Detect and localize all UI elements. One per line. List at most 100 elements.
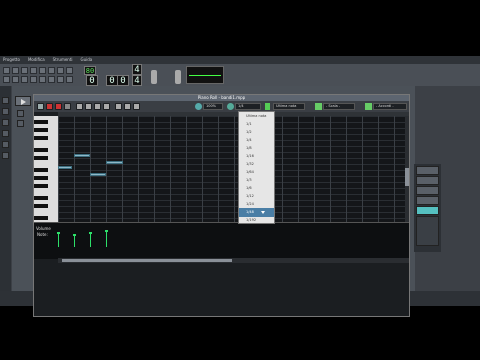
note-length-icon [265, 103, 270, 110]
master-volume-slider[interactable] [151, 70, 157, 84]
piano-keyboard[interactable] [34, 116, 58, 222]
velocity-label: Volume [36, 226, 51, 231]
song-editor-icon[interactable] [57, 67, 64, 74]
time-sig-numerator[interactable]: 4 [132, 64, 142, 75]
copy-icon[interactable] [124, 103, 131, 110]
main-toolbar: 80 0 0 0 4 4 [0, 64, 480, 86]
black-key[interactable] [34, 204, 48, 208]
samples-icon[interactable] [2, 119, 9, 126]
root-icon[interactable] [2, 152, 9, 159]
chord-icon [365, 103, 372, 110]
note[interactable] [74, 154, 90, 157]
time-sig-denominator[interactable]: 4 [132, 75, 142, 86]
black-key[interactable] [34, 176, 48, 180]
record-icon[interactable] [46, 103, 53, 110]
cut-icon[interactable] [115, 103, 122, 110]
black-key[interactable] [34, 120, 48, 124]
piano-roll-window: Piano Roll - bandi1.mpp 100% 1/4 Ultima … [33, 94, 410, 317]
erase-mode-icon[interactable] [85, 103, 92, 110]
black-key[interactable] [34, 156, 48, 160]
quantize-icon [227, 103, 234, 110]
track-slot[interactable] [416, 186, 439, 195]
quantize-combo[interactable]: 1/4 [235, 103, 261, 110]
settings-icon[interactable] [48, 76, 55, 83]
track-slot[interactable] [416, 176, 439, 185]
play-icon[interactable] [37, 103, 44, 110]
scale-icon [315, 103, 322, 110]
track-slot[interactable] [416, 196, 439, 205]
note[interactable] [90, 173, 106, 176]
beat-editor-icon[interactable] [66, 67, 73, 74]
track-icon[interactable] [17, 120, 24, 127]
velocity-bar[interactable] [90, 233, 91, 247]
oscilloscope [186, 66, 224, 84]
fx-mixer-icon[interactable] [21, 76, 28, 83]
new-project-icon[interactable] [3, 67, 10, 74]
horizontal-scrollbar[interactable] [58, 258, 409, 263]
black-key[interactable] [34, 148, 48, 152]
save-project-icon[interactable] [30, 67, 37, 74]
note[interactable] [106, 161, 123, 164]
dropdown-option[interactable]: 1/192 [239, 216, 274, 225]
scale-combo[interactable]: - Scala - [323, 103, 355, 110]
piano-roll-icon[interactable] [3, 76, 10, 83]
velocity-handle[interactable] [73, 234, 76, 236]
velocity-handle[interactable] [89, 232, 92, 234]
velocity-handle[interactable] [57, 232, 60, 234]
scroll-thumb[interactable] [405, 168, 409, 186]
black-key[interactable] [34, 184, 48, 188]
black-key[interactable] [34, 216, 48, 220]
chord-combo[interactable]: - Accordi - [373, 103, 407, 110]
zoom-icon [195, 103, 202, 110]
velocity-bar[interactable] [106, 231, 107, 247]
piano-roll-toolbar: 100% 1/4 Ultima nota - Scala - - Accordi… [34, 101, 409, 112]
vertical-scrollbar[interactable] [405, 116, 409, 222]
recent-project-icon[interactable] [21, 67, 28, 74]
stop-icon[interactable] [64, 103, 71, 110]
mouse-cursor-icon [261, 211, 265, 214]
track-slot[interactable] [416, 166, 439, 175]
select-mode-icon[interactable] [94, 103, 101, 110]
paste-icon[interactable] [133, 103, 140, 110]
black-key[interactable] [34, 196, 48, 200]
menu-project[interactable]: Progetto [3, 56, 20, 64]
track-area [416, 216, 439, 246]
automation-icon[interactable] [12, 76, 19, 83]
home-icon[interactable] [2, 141, 9, 148]
menu-help[interactable]: Guida [81, 56, 93, 64]
projects-icon[interactable] [2, 108, 9, 115]
velocity-handle[interactable] [105, 230, 108, 232]
zoom-combo[interactable]: 100% [203, 103, 223, 110]
note-grid[interactable] [58, 116, 409, 222]
play-button[interactable] [15, 96, 31, 106]
note[interactable] [58, 166, 72, 169]
controller-icon[interactable] [39, 76, 46, 83]
master-pitch-slider[interactable] [175, 70, 181, 84]
black-key[interactable] [34, 128, 48, 132]
track-slot-active[interactable] [416, 206, 439, 215]
tempo-display[interactable]: 80 [84, 66, 96, 75]
black-key[interactable] [34, 168, 48, 172]
track-panel [414, 164, 441, 252]
help-icon[interactable] [57, 76, 64, 83]
record-accompany-icon[interactable] [55, 103, 62, 110]
play-icon [21, 99, 26, 105]
presets-icon[interactable] [2, 130, 9, 137]
whatsthis-icon[interactable] [66, 76, 73, 83]
menu-tools[interactable]: Strumenti [53, 56, 73, 64]
velocity-bar[interactable] [74, 235, 75, 247]
export-icon[interactable] [39, 67, 46, 74]
scroll-thumb[interactable] [62, 259, 232, 262]
velocity-panel[interactable]: Volume Note: [34, 222, 409, 259]
notes-icon[interactable] [30, 76, 37, 83]
menu-edit[interactable]: Modifica [28, 56, 45, 64]
import-icon[interactable] [48, 67, 55, 74]
instrument-plugins-icon[interactable] [2, 97, 9, 104]
black-key[interactable] [34, 136, 48, 140]
detune-mode-icon[interactable] [103, 103, 110, 110]
open-project-icon[interactable] [12, 67, 19, 74]
note-length-combo[interactable]: Ultima nota [273, 103, 305, 110]
track-icon[interactable] [17, 110, 24, 117]
draw-mode-icon[interactable] [76, 103, 83, 110]
velocity-bar[interactable] [58, 233, 59, 247]
